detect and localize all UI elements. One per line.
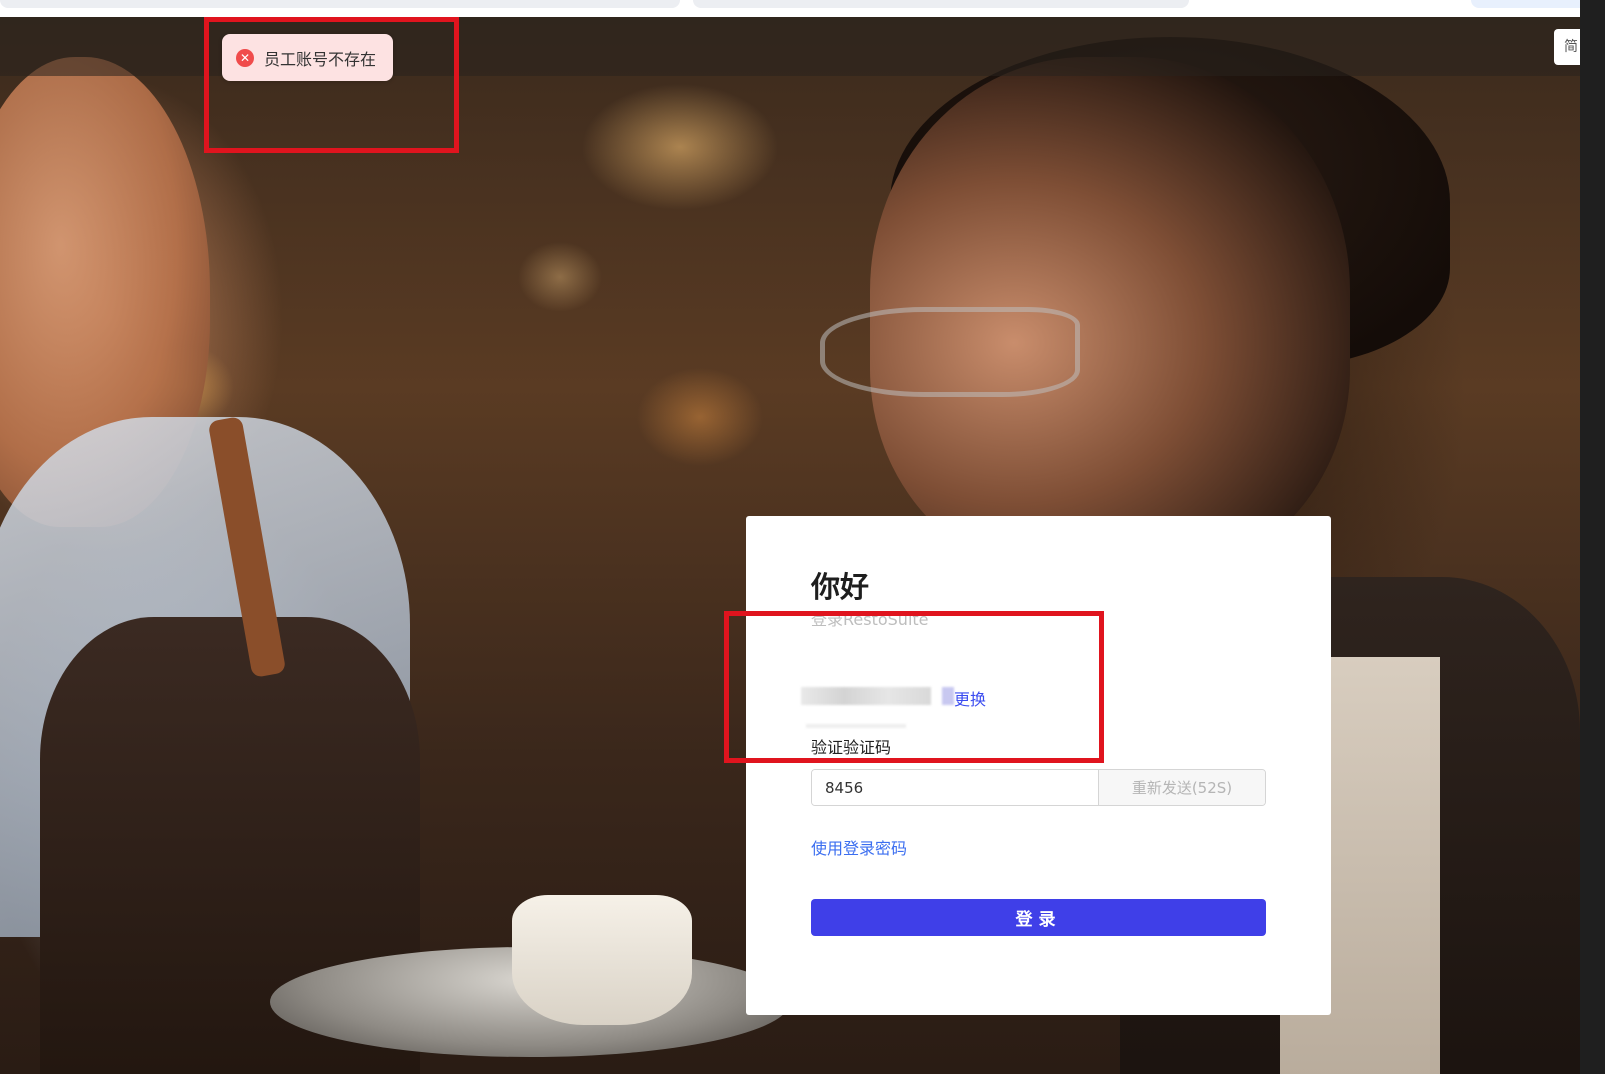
verification-code-label: 验证验证码 — [811, 738, 892, 757]
masked-hint — [806, 724, 906, 728]
login-subtitle: 登录RestoSuite — [811, 610, 929, 629]
window-edge — [1580, 0, 1605, 1074]
page: 简 ✕ 员工账号不存在 你好 登录RestoSuite 更换 验证验证码 重新发… — [0, 0, 1605, 1074]
change-account-link[interactable]: 更换 — [954, 686, 986, 710]
error-circle-icon: ✕ — [236, 48, 254, 67]
resend-code-button[interactable]: 重新发送(52S) — [1099, 770, 1265, 805]
verification-code-input[interactable] — [812, 770, 1099, 805]
top-address-field[interactable] — [0, 0, 680, 8]
masked-account-tail — [942, 687, 954, 705]
top-search-field[interactable] — [693, 0, 1189, 8]
greeting-title: 你好 — [811, 570, 870, 604]
login-button[interactable]: 登录 — [811, 899, 1266, 936]
toast-message: 员工账号不存在 — [264, 49, 377, 69]
login-card: 你好 登录RestoSuite 更换 验证验证码 重新发送(52S) 使用登录密… — [746, 516, 1331, 1015]
error-toast: ✕ 员工账号不存在 — [222, 34, 393, 81]
language-switch-button[interactable]: 简 — [1554, 29, 1580, 65]
verification-code-group: 重新发送(52S) — [811, 769, 1266, 806]
use-password-link[interactable]: 使用登录密码 — [811, 835, 907, 859]
masked-account — [801, 687, 931, 705]
browser-top-strip — [0, 0, 1605, 17]
